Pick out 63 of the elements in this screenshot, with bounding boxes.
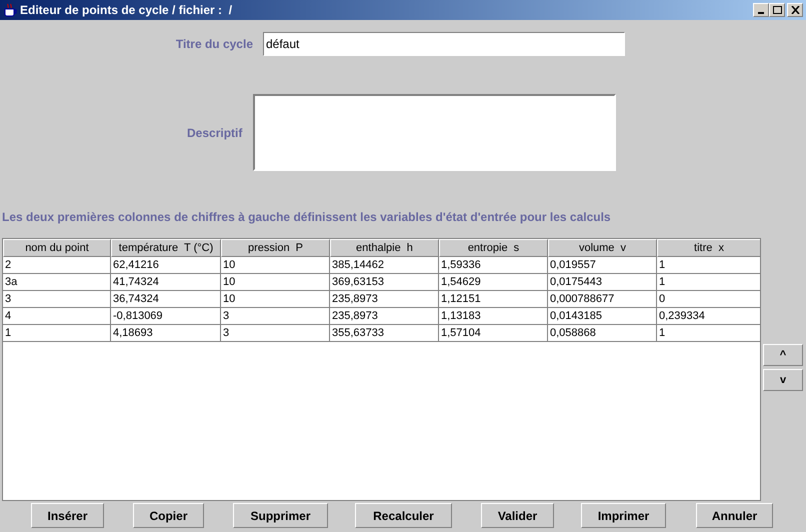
- table-cell: 235,8973: [330, 308, 439, 325]
- table-cell: 0: [657, 291, 760, 308]
- column-header[interactable]: volume v: [548, 239, 657, 257]
- table-cell: -0,813069: [111, 308, 221, 325]
- table-cell: 2: [3, 257, 111, 274]
- table-cell: 10: [221, 291, 330, 308]
- table-cell: 10: [221, 274, 330, 291]
- description-label: Descriptif: [187, 124, 244, 142]
- description-field[interactable]: [253, 94, 616, 171]
- table-cell: 0,0143185: [548, 308, 657, 325]
- table-cell: 1,54629: [439, 274, 548, 291]
- table-cell: 1,57104: [439, 325, 548, 342]
- table-cell: 10: [221, 257, 330, 274]
- table-cell: 3a: [3, 274, 111, 291]
- table-cell: 4: [3, 308, 111, 325]
- table-cell: 0,000788677: [548, 291, 657, 308]
- column-header[interactable]: enthalpie h: [330, 239, 439, 257]
- table-cell: 0,058868: [548, 325, 657, 342]
- maximize-button[interactable]: [769, 3, 785, 17]
- column-header[interactable]: titre x: [657, 239, 760, 257]
- hint-text: Les deux premières colonnes de chiffres à gauche définissent les variables d'état d'entrée pour les calculs: [2, 209, 612, 226]
- table-cell: 1,12151: [439, 291, 548, 308]
- table-cell: 1,13183: [439, 308, 548, 325]
- table-cell: 235,8973: [330, 291, 439, 308]
- window-title: Editeur de points de cycle / fichier : /: [20, 2, 232, 19]
- action-button[interactable]: Copier: [133, 503, 204, 528]
- table-cell: 1: [657, 325, 760, 342]
- maximize-icon: [772, 6, 782, 14]
- table-cell: 0,239334: [657, 308, 760, 325]
- table-cell: 36,74324: [111, 291, 221, 308]
- move-up-button[interactable]: ^: [763, 344, 803, 366]
- action-button[interactable]: Imprimer: [581, 503, 666, 528]
- column-header[interactable]: température T (°C): [111, 239, 221, 257]
- action-button[interactable]: Valider: [481, 503, 554, 528]
- table-cell: 3: [221, 325, 330, 342]
- minimize-button[interactable]: [753, 3, 769, 17]
- action-button[interactable]: Insérer: [31, 503, 104, 528]
- table-cell: 1: [657, 274, 760, 291]
- table-cell: 355,63733: [330, 325, 439, 342]
- table-cell: 41,74324: [111, 274, 221, 291]
- table-cell: 1: [3, 325, 111, 342]
- close-icon: [790, 6, 800, 14]
- table-cell: 1,59336: [439, 257, 548, 274]
- move-down-button[interactable]: v: [763, 369, 803, 391]
- table-cell: 0,019557: [548, 257, 657, 274]
- table-cell: 62,41216: [111, 257, 221, 274]
- table-cell: 3: [221, 308, 330, 325]
- column-header[interactable]: nom du point: [3, 239, 111, 257]
- action-button[interactable]: Recalculer: [355, 503, 452, 528]
- column-header[interactable]: entropie s: [439, 239, 548, 257]
- title-label: Titre du cycle: [174, 36, 253, 53]
- table-cell: 1: [657, 257, 760, 274]
- action-button[interactable]: Supprimer: [233, 503, 328, 528]
- table-cell: 385,14462: [330, 257, 439, 274]
- action-button[interactable]: Annuler: [696, 503, 773, 528]
- column-header[interactable]: pression P: [221, 239, 330, 257]
- table-cell: 3: [3, 291, 111, 308]
- table-cell: 0,0175443: [548, 274, 657, 291]
- coffee-cup-icon: [2, 2, 18, 18]
- table-cell: 369,63153: [330, 274, 439, 291]
- title-field[interactable]: défaut: [263, 32, 625, 56]
- table-cell: 4,18693: [111, 325, 221, 342]
- close-button[interactable]: [787, 3, 803, 17]
